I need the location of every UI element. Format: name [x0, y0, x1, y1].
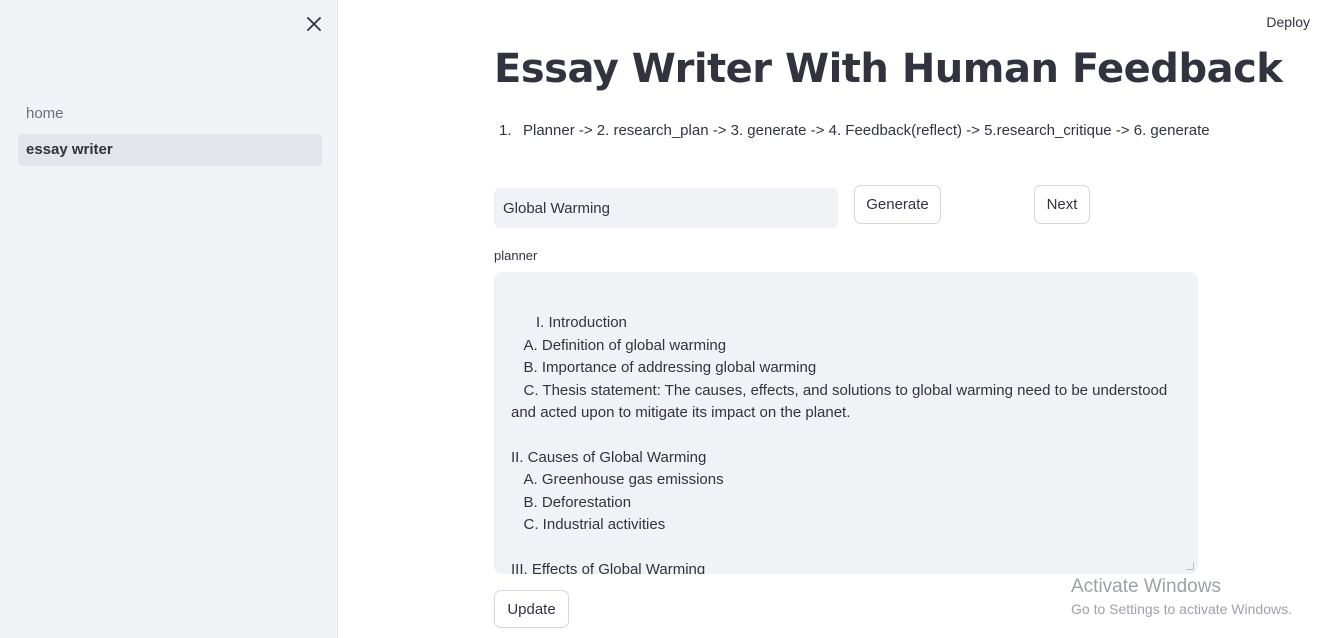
- sidebar-nav: home essay writer: [18, 98, 322, 170]
- sidebar-close-button[interactable]: [300, 10, 328, 38]
- sidebar-item-essay-writer[interactable]: essay writer: [18, 134, 322, 166]
- steps-list-text: Planner -> 2. research_plan -> 3. genera…: [523, 122, 1210, 139]
- topic-input[interactable]: [494, 188, 838, 228]
- generate-button[interactable]: Generate: [854, 185, 941, 224]
- sidebar: home essay writer: [0, 0, 338, 638]
- watermark-title: Activate Windows: [1071, 576, 1221, 597]
- main-content: Essay Writer With Human Feedback 1. Plann…: [494, 0, 1283, 638]
- page-title: Essay Writer With Human Feedback: [494, 46, 1283, 92]
- sidebar-item-home[interactable]: home: [18, 98, 322, 130]
- next-button[interactable]: Next: [1034, 185, 1090, 224]
- app-window: home essay writer Deploy Essay Writer Wi…: [0, 0, 1332, 638]
- deploy-button[interactable]: Deploy: [1266, 14, 1310, 30]
- resize-handle-icon[interactable]: [1186, 562, 1194, 570]
- windows-activation-watermark: Activate Windows Go to Settings to activ…: [1071, 576, 1292, 620]
- close-icon: [307, 17, 321, 31]
- steps-list: 1. Planner -> 2. research_plan -> 3. gene…: [494, 122, 1214, 139]
- watermark-subtitle: Go to Settings to activate Windows.: [1071, 601, 1292, 617]
- planner-label: planner: [494, 248, 538, 263]
- update-button[interactable]: Update: [494, 590, 569, 628]
- steps-list-number: 1.: [499, 122, 512, 139]
- planner-text[interactable]: I. Introduction A. Definition of global …: [511, 314, 1171, 574]
- planner-textarea[interactable]: I. Introduction A. Definition of global …: [494, 272, 1198, 574]
